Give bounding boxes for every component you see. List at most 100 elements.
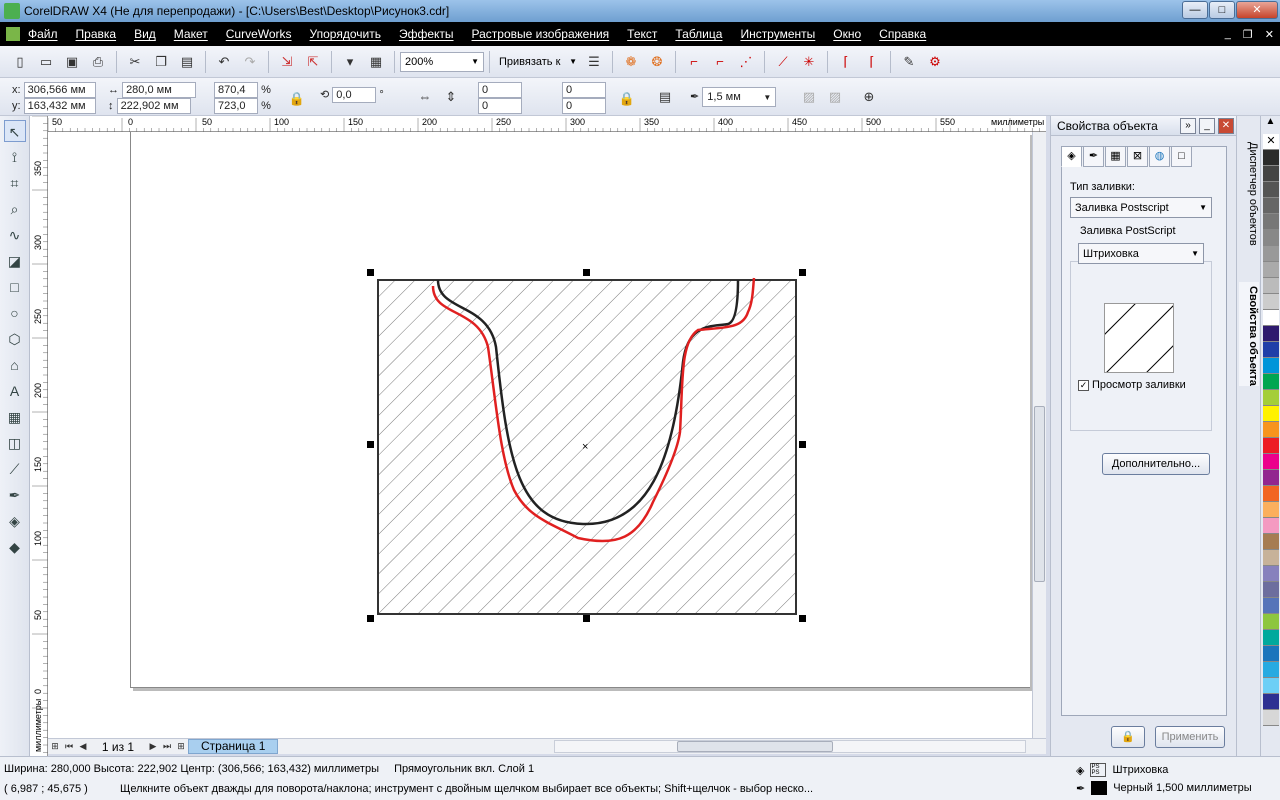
docker-minimize-icon[interactable]: _ — [1199, 118, 1215, 134]
color-swatch[interactable] — [1263, 198, 1279, 214]
plugin-icon-2[interactable]: ⚙ — [925, 52, 945, 72]
internet-tab-icon[interactable]: ◍ — [1149, 146, 1170, 167]
palette-scroll-up-icon[interactable]: ▲ — [1261, 116, 1280, 134]
menu-text[interactable]: Текст — [627, 27, 667, 41]
zoom-tool-icon[interactable]: ⌕ — [4, 198, 26, 220]
next-page-icon[interactable]: ▶ — [146, 741, 160, 752]
menu-effects[interactable]: Эффекты — [399, 27, 464, 41]
color-swatch[interactable] — [1263, 518, 1279, 534]
general-tab-icon[interactable]: □ — [1171, 146, 1192, 167]
width-field[interactable]: 280,0 мм — [122, 82, 197, 98]
menu-file[interactable]: Файл — [28, 27, 68, 41]
corel-icon-1[interactable]: ❁ — [621, 52, 641, 72]
smart-fill-icon[interactable]: ◪ — [4, 250, 26, 272]
drawing-canvas[interactable]: × — [48, 132, 1032, 738]
freehand-tool-icon[interactable]: ∿ — [4, 224, 26, 246]
to-front-icon[interactable]: ▨ — [799, 87, 819, 107]
menu-curveworks[interactable]: CurveWorks — [226, 27, 302, 41]
page-tab[interactable]: Страница 1 — [188, 739, 279, 754]
fill-type-select[interactable]: Заливка Postscript ▼ — [1070, 197, 1212, 218]
curve-tool-icon-2[interactable]: ⌐ — [710, 52, 730, 72]
scale-x-field[interactable]: 870,4 — [214, 82, 258, 98]
color-swatch[interactable] — [1263, 646, 1279, 662]
corel-icon-2[interactable]: ❂ — [647, 52, 667, 72]
curve-tool-icon-1[interactable]: ⌐ — [684, 52, 704, 72]
doc-minimize-icon[interactable]: _ — [1225, 28, 1231, 41]
side-tab-object-manager[interactable]: Диспетчер объектов — [1239, 138, 1259, 246]
menu-table[interactable]: Таблица — [675, 27, 732, 41]
doc-close-icon[interactable]: ✕ — [1265, 28, 1274, 41]
rotation-field[interactable]: 0,0 — [332, 87, 377, 103]
horizontal-ruler[interactable]: 50 0 50 100 150 200 250 300 350 400 450 … — [47, 116, 1046, 132]
color-swatch[interactable] — [1263, 262, 1279, 278]
mirror-v-icon[interactable]: ⇕ — [441, 87, 461, 107]
preview-fill-checkbox[interactable]: ✓ — [1078, 379, 1089, 391]
outline-tab-icon[interactable]: ✒ — [1083, 146, 1104, 167]
color-swatch[interactable] — [1263, 438, 1279, 454]
color-swatch[interactable] — [1263, 710, 1279, 726]
color-swatch[interactable] — [1263, 310, 1279, 326]
print-icon[interactable]: ⎙ — [88, 52, 108, 72]
color-swatch[interactable] — [1263, 694, 1279, 710]
color-swatch[interactable] — [1263, 630, 1279, 646]
corner-br-field[interactable]: 0 — [562, 98, 606, 114]
add-page-after-icon[interactable]: ⊞ — [174, 741, 188, 752]
shape-tool-icon[interactable]: ⟟ — [4, 146, 26, 168]
first-page-icon[interactable]: ⏮ — [62, 741, 76, 752]
undo-icon[interactable]: ↶ — [214, 52, 234, 72]
color-swatch[interactable] — [1263, 214, 1279, 230]
corner-lock-icon[interactable]: 🔒 — [617, 89, 637, 109]
fillet-icon-2[interactable]: ⌈ — [862, 52, 882, 72]
color-swatch[interactable] — [1263, 550, 1279, 566]
color-swatch[interactable] — [1263, 166, 1279, 182]
export-icon[interactable]: ⇱ — [303, 52, 323, 72]
fill-tool-icon[interactable]: ◈ — [4, 510, 26, 532]
knife-tool-icon[interactable]: ⟋ — [773, 52, 793, 72]
fill-tab-icon[interactable]: ◈ — [1061, 146, 1082, 167]
color-swatch[interactable] — [1263, 582, 1279, 598]
maximize-button[interactable]: □ — [1209, 1, 1235, 19]
corner-tr-field[interactable]: 0 — [562, 82, 606, 98]
color-swatch[interactable] — [1263, 662, 1279, 678]
color-swatch[interactable] — [1263, 150, 1279, 166]
redo-icon[interactable]: ↷ — [240, 52, 260, 72]
menu-view[interactable]: Вид — [134, 27, 166, 41]
minimize-button[interactable]: — — [1182, 1, 1208, 19]
scale-y-field[interactable]: 723,0 — [214, 98, 258, 114]
side-tab-object-properties[interactable]: Свойства объекта — [1239, 282, 1259, 386]
new-icon[interactable]: ▯ — [10, 52, 30, 72]
outline-tool-icon[interactable]: ✒ — [4, 484, 26, 506]
corner-tl-field[interactable]: 0 — [478, 82, 522, 98]
rectangle-tool-icon[interactable]: □ — [4, 276, 26, 298]
color-swatch[interactable] — [1263, 470, 1279, 486]
color-swatch[interactable] — [1263, 678, 1279, 694]
color-swatch[interactable] — [1263, 406, 1279, 422]
horizontal-scrollbar-thumb[interactable] — [677, 741, 833, 752]
x-position-field[interactable]: 306,566 мм — [23, 82, 96, 98]
y-position-field[interactable]: 163,432 мм — [23, 98, 96, 114]
convert-to-curves-icon[interactable]: ⊕ — [859, 87, 879, 107]
color-swatch[interactable] — [1263, 422, 1279, 438]
document-icon[interactable] — [6, 27, 20, 41]
mirror-h-icon[interactable]: ⇔ — [415, 87, 435, 107]
menu-layout[interactable]: Макет — [174, 27, 218, 41]
plugin-icon-1[interactable]: ✎ — [899, 52, 919, 72]
add-page-icon[interactable]: ⊞ — [48, 741, 62, 752]
menu-bitmaps[interactable]: Растровые изображения — [472, 27, 620, 41]
open-icon[interactable]: ▭ — [36, 52, 56, 72]
menu-arrange[interactable]: Упорядочить — [310, 27, 391, 41]
postscript-pattern-select[interactable]: Штриховка ▼ — [1078, 243, 1204, 264]
vertical-ruler[interactable]: 350 300 250 200 150 100 50 0 миллиметры — [30, 115, 48, 756]
snap-to-select[interactable]: Привязать к ▼ — [495, 52, 581, 72]
color-swatch[interactable] — [1263, 374, 1279, 390]
ellipse-tool-icon[interactable]: ○ — [4, 302, 26, 324]
color-swatch[interactable] — [1263, 502, 1279, 518]
menu-help[interactable]: Справка — [879, 27, 936, 41]
interactive-blend-icon[interactable]: ◫ — [4, 432, 26, 454]
interactive-fill-icon[interactable]: ◆ — [4, 536, 26, 558]
save-icon[interactable]: ▣ — [62, 52, 82, 72]
lock-button[interactable]: 🔒 — [1111, 726, 1145, 748]
eyedropper-icon[interactable]: ⟋ — [4, 458, 26, 480]
docker-close-icon[interactable]: ✕ — [1218, 118, 1234, 134]
text-tool-icon[interactable]: A — [4, 380, 26, 402]
